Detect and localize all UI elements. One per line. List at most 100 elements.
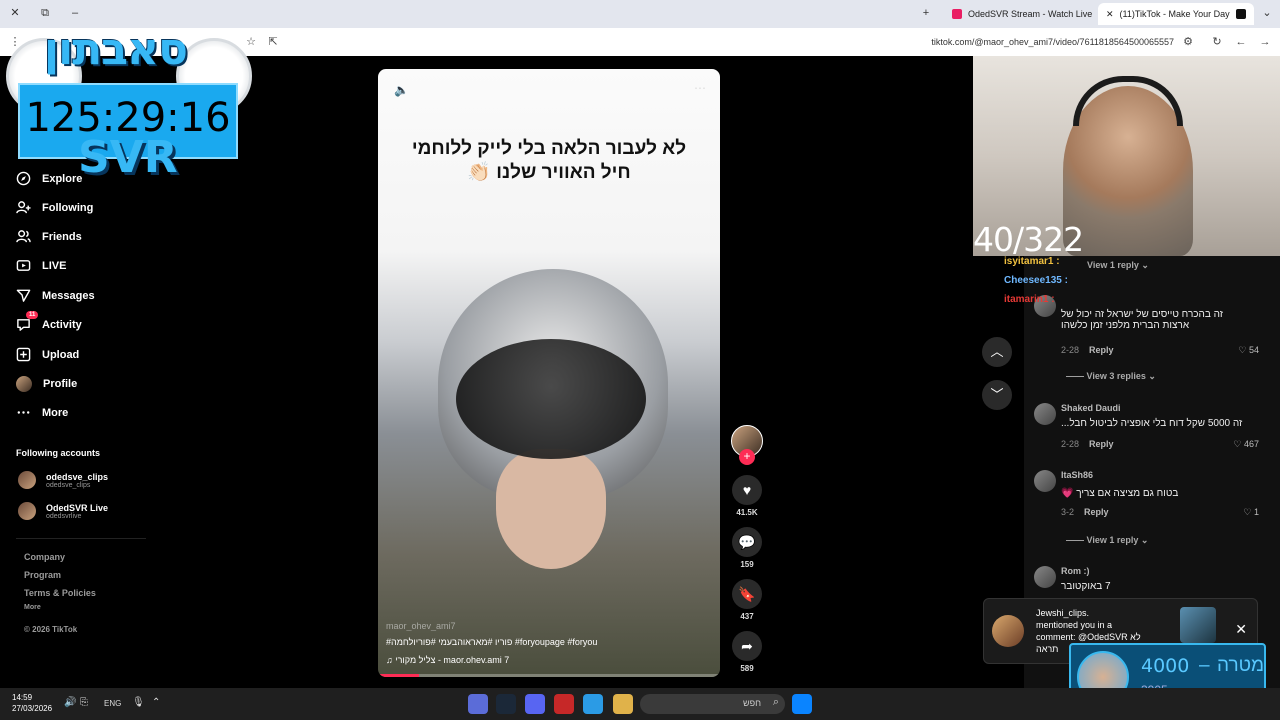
mic-tray-icon[interactable]: 🎙 xyxy=(132,697,145,708)
network-tray-icon[interactable]: ⎘ xyxy=(80,697,88,708)
windows-start-icon[interactable] xyxy=(792,694,812,714)
notification-thumbnail xyxy=(1180,607,1216,643)
video-sound[interactable]: ♫ צליל מקורי - maor.ohev.ami 7 xyxy=(386,655,712,665)
hidden-tray-icon[interactable]: ⌃ xyxy=(152,697,160,708)
follow-plus-icon[interactable]: + xyxy=(739,449,755,465)
sidebar-item-following[interactable]: Following xyxy=(16,200,93,215)
chrome-icon[interactable] xyxy=(583,694,603,714)
sidebar-item-upload[interactable]: Upload xyxy=(16,347,79,362)
site-settings-icon[interactable]: ⚙ xyxy=(1181,35,1195,49)
reply-button[interactable]: Reply xyxy=(1089,439,1114,449)
view-replies-button[interactable]: —— View 3 replies ⌄ xyxy=(1066,371,1156,382)
screen: ✕ ⧉ – + OdedSVR Stream - Watch Live ✕ (1… xyxy=(0,0,1280,720)
tab-search-icon[interactable]: ⌄ xyxy=(1260,6,1274,20)
forward-icon[interactable]: → xyxy=(1258,35,1272,49)
sidebar-item-label: Profile xyxy=(43,378,78,390)
comment-likes[interactable]: ♡ 467 xyxy=(1233,439,1259,450)
previous-video-button[interactable]: ︿ xyxy=(982,337,1012,367)
plus-square-icon xyxy=(16,347,31,362)
file-explorer-icon[interactable] xyxy=(613,694,633,714)
goal-target: 4000 xyxy=(1141,655,1190,677)
comment-meta: 2-28 Reply xyxy=(1061,345,1114,355)
footer-more-link[interactable]: More xyxy=(24,604,41,611)
pilot-face xyxy=(496,449,606,569)
minimize-window-icon[interactable]: – xyxy=(68,6,82,20)
footer-company-link[interactable]: Company xyxy=(24,552,65,562)
caption-line: חיל האוויר שלנו 👏🏻 xyxy=(467,162,631,183)
comment-author[interactable]: ItaSh86 xyxy=(1061,470,1093,480)
tiktok-favicon xyxy=(1235,9,1246,19)
new-tab-icon[interactable]: + xyxy=(919,6,933,20)
video-player[interactable]: 🔈 ⋯ לא לעבור הלאה בלי לייק ללוחמי חיל הא… xyxy=(378,69,720,677)
view-replies-button[interactable]: View 1 reply ⌄ xyxy=(1087,260,1149,271)
sound-label: צליל מקורי - maor.ohev.ami 7 xyxy=(395,655,510,665)
close-window-icon[interactable]: ✕ xyxy=(8,6,22,20)
restore-window-icon[interactable]: ⧉ xyxy=(38,6,52,20)
avatar xyxy=(1034,470,1056,492)
bookmark-star-icon[interactable]: ☆ xyxy=(244,35,258,49)
volume-icon[interactable]: 🔈 xyxy=(394,83,409,97)
share-button[interactable]: ➦ 589 xyxy=(731,631,763,673)
footer-program-link[interactable]: Program xyxy=(24,570,61,580)
video-progress-bar[interactable] xyxy=(378,674,720,677)
taskbar-search[interactable]: חפש ⌕ xyxy=(640,694,785,714)
subathon-title: סאבתון xyxy=(44,24,188,75)
install-icon[interactable]: ⇱ xyxy=(266,35,280,49)
system-clock[interactable]: 14:59 27/03/2026 xyxy=(12,692,52,714)
comment-author[interactable]: Rom :) xyxy=(1061,566,1090,576)
url-field[interactable]: tiktok.com/@maor_ohev_ami7/video/7611818… xyxy=(931,37,1174,47)
sidebar-item-explore[interactable]: Explore xyxy=(16,171,82,186)
tab-close-icon[interactable]: ✕ xyxy=(1106,9,1114,20)
close-icon[interactable]: ✕ xyxy=(1235,621,1247,638)
tab-tiktok[interactable]: ✕ (11)TikTok - Make Your Day xyxy=(1098,3,1254,25)
search-icon: ⌕ xyxy=(772,696,779,708)
discord-icon[interactable] xyxy=(525,694,545,714)
comment-icon: 💬 xyxy=(732,527,762,557)
sidebar-item-friends[interactable]: Friends xyxy=(16,229,82,244)
account-odedsve-clips[interactable]: odedsve_clips odedsve_clips xyxy=(18,471,108,489)
account-odedsvr-live[interactable]: OdedSVR Live odedsvrlive xyxy=(18,502,108,520)
next-video-button[interactable]: ﹀ xyxy=(982,380,1012,410)
app-icon-red[interactable] xyxy=(554,694,574,714)
footer-terms-link[interactable]: Terms & Policies xyxy=(24,588,96,598)
comment-text: זה בהכרח טייסים של ישראל זה יכול של ארצו… xyxy=(1061,309,1223,331)
reply-button[interactable]: Reply xyxy=(1089,345,1114,355)
reload-icon[interactable]: ↻ xyxy=(1210,35,1224,49)
steam-icon[interactable] xyxy=(496,694,516,714)
view-replies-button[interactable]: —— View 1 reply ⌄ xyxy=(1066,535,1148,546)
progress-fill xyxy=(378,674,420,677)
like-button[interactable]: ♥ 41.5K xyxy=(731,475,763,517)
comment-author[interactable]: Shaked Daudi xyxy=(1061,403,1121,413)
video-author[interactable]: maor_ohev_ami7 xyxy=(386,621,712,631)
comment-button[interactable]: 💬 159 xyxy=(731,527,763,569)
sidebar-item-label: LIVE xyxy=(42,259,67,272)
avatar xyxy=(1034,566,1056,588)
chat-text: : xyxy=(1051,294,1055,305)
sidebar-item-label: Friends xyxy=(42,230,82,243)
sidebar-item-more[interactable]: More xyxy=(16,405,68,420)
goal-separator: – xyxy=(1199,655,1210,676)
language-indicator[interactable]: ENG xyxy=(104,699,121,708)
video-more-icon[interactable]: ⋯ xyxy=(694,81,706,95)
sidebar-item-profile[interactable]: Profile xyxy=(16,376,77,392)
comment-meta: 2-28 Reply xyxy=(1061,439,1114,449)
comment-likes[interactable]: ♡ 1 xyxy=(1243,507,1259,518)
sidebar-item-messages[interactable]: Messages xyxy=(16,288,95,303)
back-icon[interactable]: ← xyxy=(1234,35,1248,49)
sub-counter: 40/322 xyxy=(973,220,1084,259)
app-icon-calculator[interactable] xyxy=(468,694,488,714)
save-button[interactable]: 🔖 437 xyxy=(731,579,763,621)
creator-avatar-button[interactable]: + xyxy=(731,425,763,465)
sidebar-item-activity[interactable]: 11 Activity xyxy=(16,311,82,332)
volume-tray-icon[interactable]: 🔊 xyxy=(64,697,76,708)
reply-button[interactable]: Reply xyxy=(1084,507,1109,517)
browser-tab-bar: ✕ ⧉ – + OdedSVR Stream - Watch Live ✕ (1… xyxy=(0,0,1280,28)
comment-count: 159 xyxy=(740,560,754,569)
sidebar-item-label: More xyxy=(42,406,69,419)
video-hashtags[interactable]: #פוריו #מאראוהבעמי #פוריולחמה #foryoupag… xyxy=(386,637,712,647)
account-name: OdedSVR Live xyxy=(46,502,109,513)
sidebar-item-live[interactable]: LIVE xyxy=(16,258,66,273)
chat-user: isyitamar1 xyxy=(1004,256,1054,267)
comment-likes[interactable]: ♡ 54 xyxy=(1238,345,1259,356)
comment-item: Shaked Daudi זה 5000 שקל דוח בלי אופציה … xyxy=(1034,403,1274,455)
